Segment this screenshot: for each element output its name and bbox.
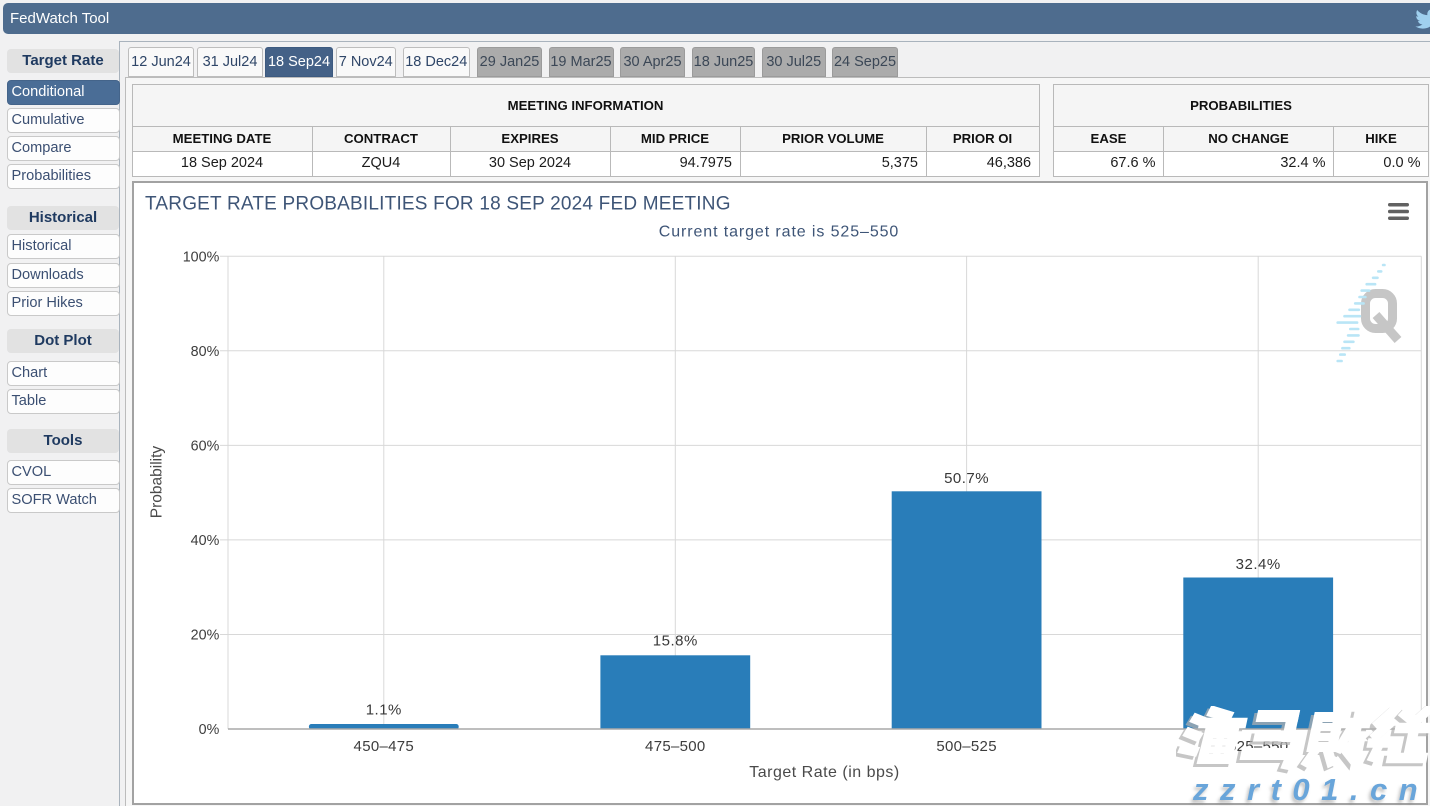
svg-text:20%: 20% [191,628,220,644]
svg-text:100%: 100% [183,249,220,265]
svg-text:15.8%: 15.8% [653,633,698,650]
svg-text:475–500: 475–500 [645,738,706,755]
svg-text:Probability: Probability [149,446,166,519]
svg-text:500–525: 500–525 [936,738,997,755]
svg-text:1.1%: 1.1% [366,702,402,719]
svg-text:TARGET RATE PROBABILITIES FOR: TARGET RATE PROBABILITIES FOR 18 SEP 202… [145,194,731,215]
svg-text:80%: 80% [191,344,220,360]
svg-text:50.7%: 50.7% [944,470,989,487]
svg-text:450–475: 450–475 [354,738,415,755]
svg-text:Target Rate (in bps): Target Rate (in bps) [749,764,900,781]
svg-text:32.4%: 32.4% [1236,556,1281,573]
svg-text:0%: 0% [199,722,220,738]
svg-text:40%: 40% [191,533,220,549]
svg-text:Current target rate is 525–550: Current target rate is 525–550 [659,224,899,241]
svg-text:60%: 60% [191,438,220,454]
